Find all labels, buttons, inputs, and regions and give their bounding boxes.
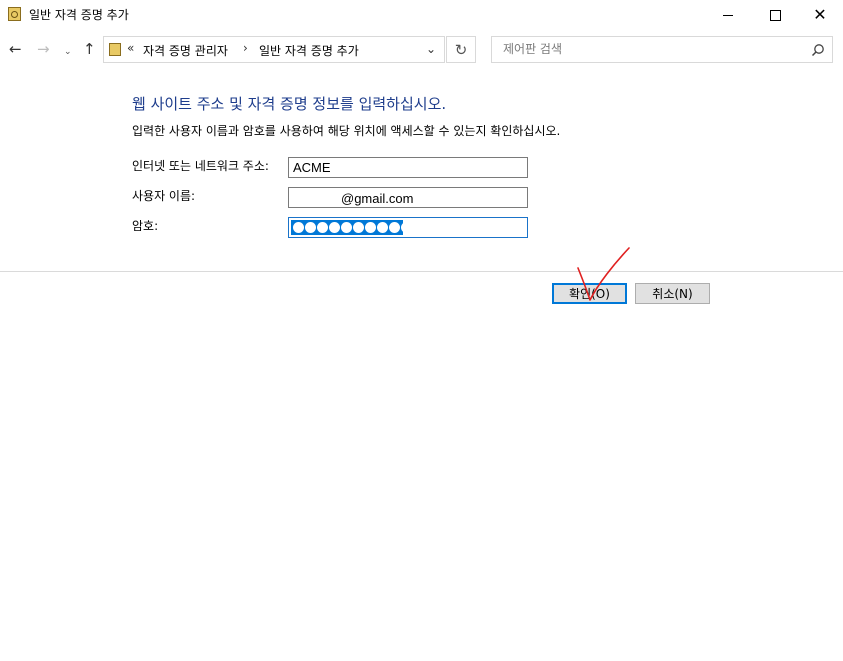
close-button[interactable]: ✕ bbox=[797, 0, 843, 30]
window-title: 일반 자격 증명 추가 bbox=[29, 8, 129, 22]
title-bar: 일반 자격 증명 추가 ✕ bbox=[0, 0, 843, 30]
page-heading: 웹 사이트 주소 및 자격 증명 정보를 입력하십시오. bbox=[132, 95, 447, 113]
maximize-button[interactable] bbox=[752, 0, 798, 30]
navigation-bar: ← → ⌄ ↑ « 자격 증명 관리자 › 일반 자격 증명 추가 ⌄ ↻ bbox=[0, 30, 843, 70]
close-icon: ✕ bbox=[813, 5, 827, 24]
username-label: 사용자 이름: bbox=[132, 189, 196, 203]
search-input[interactable] bbox=[501, 41, 795, 57]
search-box[interactable] bbox=[491, 36, 833, 63]
username-field[interactable]: @gmail.com bbox=[288, 187, 528, 208]
recent-locations-chevron-icon[interactable]: ⌄ bbox=[64, 43, 72, 61]
breadcrumb-separator-icon[interactable]: › bbox=[243, 41, 248, 55]
instruction-text: 입력한 사용자 이름과 암호를 사용하여 해당 위치에 액세스할 수 있는지 확… bbox=[132, 124, 561, 138]
password-dot bbox=[389, 222, 400, 233]
password-dot bbox=[341, 222, 352, 233]
breadcrumb-credential-manager[interactable]: 자격 증명 관리자 bbox=[143, 42, 228, 59]
password-dot bbox=[365, 222, 376, 233]
cancel-button[interactable]: 취소(N) bbox=[635, 283, 710, 304]
breadcrumb-add-generic-credential[interactable]: 일반 자격 증명 추가 bbox=[259, 42, 359, 59]
password-dot bbox=[329, 222, 340, 233]
address-label: 인터넷 또는 네트워크 주소: bbox=[132, 159, 269, 173]
control-panel-icon bbox=[109, 43, 121, 56]
password-field[interactable] bbox=[288, 217, 528, 238]
up-arrow-icon[interactable]: ↑ bbox=[83, 40, 96, 58]
forward-arrow-icon[interactable]: → bbox=[37, 40, 50, 58]
maximize-icon bbox=[769, 9, 781, 21]
breadcrumb-overflow-icon[interactable]: « bbox=[127, 41, 134, 55]
chevron-down-icon[interactable]: ⌄ bbox=[426, 42, 436, 56]
password-dot bbox=[305, 222, 316, 233]
password-dot bbox=[377, 222, 388, 233]
password-dot bbox=[293, 222, 304, 233]
minimize-button[interactable] bbox=[705, 0, 751, 30]
back-arrow-icon[interactable]: ← bbox=[9, 40, 22, 58]
search-icon[interactable] bbox=[811, 43, 825, 57]
refresh-icon: ↻ bbox=[454, 40, 468, 59]
password-dot bbox=[401, 222, 412, 233]
minimize-icon bbox=[723, 14, 733, 16]
network-address-field[interactable] bbox=[288, 157, 528, 178]
credential-manager-icon bbox=[8, 7, 21, 21]
password-label: 암호: bbox=[132, 219, 159, 233]
divider bbox=[0, 271, 843, 272]
password-selection bbox=[291, 220, 412, 235]
ok-button[interactable]: 확인(O) bbox=[552, 283, 627, 304]
password-dot bbox=[317, 222, 328, 233]
password-dot bbox=[353, 222, 364, 233]
refresh-button[interactable]: ↻ bbox=[446, 36, 476, 63]
add-generic-credential-window: 일반 자격 증명 추가 ✕ ← → ⌄ ↑ « 자격 증명 관리자 › 일반 자… bbox=[0, 0, 843, 661]
address-bar[interactable]: « 자격 증명 관리자 › 일반 자격 증명 추가 ⌄ bbox=[103, 36, 445, 63]
username-value: @gmail.com bbox=[341, 191, 414, 206]
